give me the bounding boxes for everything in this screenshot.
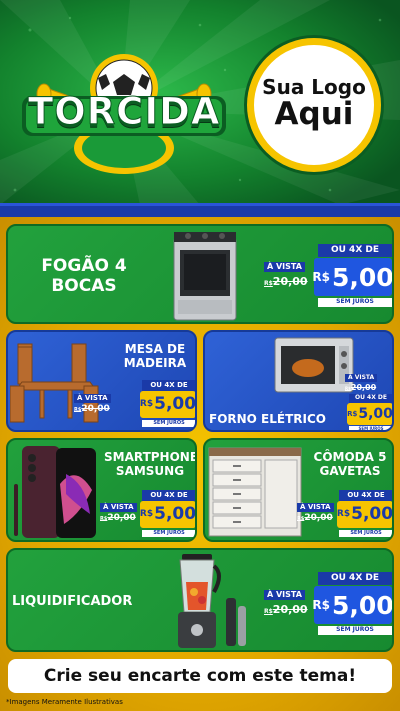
call-to-action-banner: Crie seu encarte com este tema! <box>8 659 392 693</box>
product-name: MESA DE MADEIRA <box>112 342 195 371</box>
installment-label: OU 4X DE <box>349 394 392 403</box>
no-interest-label: SEM JUROS <box>339 530 392 537</box>
header-divider-stripe <box>0 203 400 217</box>
product-name-line1: MESA DE <box>124 342 186 356</box>
product-name-line1: FOGÃO 4 <box>41 256 127 276</box>
no-interest-label: SEM JUROS <box>318 298 392 307</box>
price-tag: À VISTA R$20,00 OU 4X DE R$ 5,00 SEM JUR… <box>345 370 393 430</box>
logo-text-line2: Aqui <box>274 96 354 133</box>
old-price: R$20,00 <box>345 384 376 392</box>
product-name: FORNO ELÉTRICO <box>209 412 326 426</box>
no-interest-label: SEM JUROS <box>142 420 195 427</box>
product-card-comoda: CÔMODA 5 GAVETAS À VISTA R$20,00 OU 4X D… <box>203 438 394 542</box>
theme-title: TORCIDA <box>28 90 221 134</box>
product-name-line2: BOCAS <box>51 276 117 297</box>
product-name-line2: GAVETAS <box>319 464 381 479</box>
price-tag: À VISTA R$20,00 OU 4X DE R$ 5,00 SEM JUR… <box>264 242 394 322</box>
old-price-value: 20,00 <box>304 513 333 523</box>
old-price: R$20,00 <box>297 514 333 523</box>
installment-price: R$ 5,00 <box>312 586 394 624</box>
old-price-currency: R$ <box>264 608 273 615</box>
old-price-value: 20,00 <box>107 513 136 523</box>
price-value: 5,00 <box>154 394 197 414</box>
cash-label: À VISTA <box>264 262 305 272</box>
old-price-value: 20,00 <box>350 383 377 392</box>
price-value: 5,00 <box>331 590 394 620</box>
old-price-value: 20,00 <box>81 404 110 414</box>
smartphone-image <box>14 446 96 538</box>
installment-label: OU 4X DE <box>142 490 195 501</box>
product-name: FOGÃO 4 BOCAS <box>14 256 154 297</box>
old-price: R$20,00 <box>100 514 136 523</box>
cash-label: À VISTA <box>345 374 378 382</box>
product-card-liquidificador: LIQUIDIFICADOR À VISTA R$20,00 OU 4X DE … <box>6 548 394 652</box>
installment-price: R$ 5,00 <box>347 403 393 425</box>
cash-label: À VISTA <box>264 590 305 600</box>
electric-oven-image <box>274 337 354 393</box>
price-currency: R$ <box>347 409 358 418</box>
price-value: 5,00 <box>331 262 394 292</box>
product-name-line1: SMARTPHONE <box>104 450 197 464</box>
installment-label: OU 4X DE <box>142 380 195 391</box>
old-price: R$20,00 <box>264 604 308 615</box>
product-name-line2: MADEIRA <box>123 356 187 371</box>
product-name-line1: CÔMODA 5 <box>313 450 387 464</box>
installment-price: R$ 5,00 <box>312 258 394 296</box>
flyer: TORCIDA Sua Logo Aqui FOGÃO 4 BOCAS À VI… <box>0 0 400 711</box>
product-name: CÔMODA 5 GAVETAS <box>305 450 392 479</box>
product-name: LIQUIDIFICADOR <box>12 594 133 609</box>
installment-price: R$ 5,00 <box>139 391 197 418</box>
price-currency: R$ <box>139 509 154 519</box>
installment-label: OU 4X DE <box>339 490 392 501</box>
no-interest-label: SEM JUROS <box>142 530 195 537</box>
cash-label: À VISTA <box>297 503 334 512</box>
price-currency: R$ <box>312 598 330 612</box>
installment-label: OU 4X DE <box>318 572 392 585</box>
product-name-line2: SAMSUNG <box>115 464 185 479</box>
old-price-value: 20,00 <box>272 603 308 616</box>
cash-label: À VISTA <box>100 503 137 512</box>
price-tag: À VISTA R$20,00 OU 4X DE R$ 5,00 SEM JUR… <box>264 568 394 650</box>
installment-price: R$ 5,00 <box>336 501 394 528</box>
price-value: 5,00 <box>351 504 394 524</box>
price-currency: R$ <box>139 399 154 409</box>
old-price: R$20,00 <box>264 276 308 287</box>
price-value: 5,00 <box>154 504 197 524</box>
blender-image <box>178 554 246 648</box>
disclaimer-text: *Imagens Meramente Ilustrativas <box>6 698 123 706</box>
product-card-forno: FORNO ELÉTRICO À VISTA R$20,00 OU 4X DE … <box>203 330 394 432</box>
product-card-fogao: FOGÃO 4 BOCAS À VISTA R$20,00 OU 4X DE R… <box>6 224 394 324</box>
product-card-smartphone: SMARTPHONE SAMSUNG À VISTA R$20,00 OU 4X… <box>6 438 197 542</box>
logo-text-line1: Sua Logo <box>262 75 366 100</box>
cash-label: À VISTA <box>74 394 111 403</box>
product-card-mesa: MESA DE MADEIRA À VISTA R$20,00 OU 4X DE… <box>6 330 197 432</box>
dresser-image <box>208 447 302 537</box>
price-value: 5,00 <box>358 406 393 422</box>
price-currency: R$ <box>336 509 351 519</box>
installment-label: OU 4X DE <box>318 244 392 257</box>
product-name: SMARTPHONE SAMSUNG <box>104 450 197 479</box>
old-price: R$20,00 <box>74 405 110 414</box>
price-tag: À VISTA R$20,00 OU 4X DE R$ 5,00 SEM JUR… <box>74 378 197 430</box>
price-tag: À VISTA R$20,00 OU 4X DE R$ 5,00 SEM JUR… <box>100 488 197 540</box>
header-banner: TORCIDA Sua Logo Aqui <box>0 0 400 205</box>
old-price-currency: R$ <box>264 280 273 287</box>
price-currency: R$ <box>312 270 330 284</box>
price-tag: À VISTA R$20,00 OU 4X DE R$ 5,00 SEM JUR… <box>297 488 394 540</box>
old-price-value: 20,00 <box>272 275 308 288</box>
stove-image <box>173 232 237 321</box>
installment-price: R$ 5,00 <box>139 501 197 528</box>
logo-placeholder: Sua Logo Aqui <box>247 38 381 172</box>
no-interest-label: SEM JUROS <box>349 426 392 430</box>
no-interest-label: SEM JUROS <box>318 626 392 635</box>
